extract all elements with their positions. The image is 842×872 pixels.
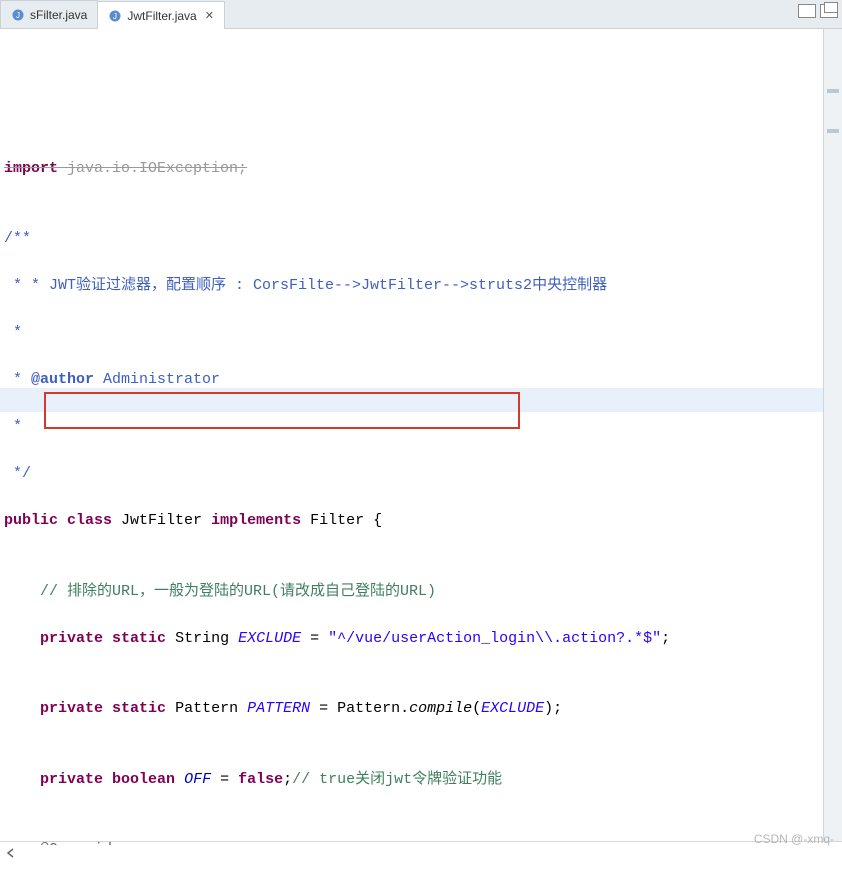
tab-label: sFilter.java xyxy=(30,8,87,22)
close-icon[interactable]: ✕ xyxy=(205,9,214,22)
minimize-icon[interactable] xyxy=(798,4,816,18)
ide-window: J sFilter.java J JwtFilter.java ✕ import… xyxy=(0,0,842,872)
java-file-icon: J xyxy=(108,9,122,23)
overview-ruler[interactable] xyxy=(823,29,842,845)
code-content: import java.io.IOException; /** * * JWT验… xyxy=(0,123,823,845)
tab-jwtfilter[interactable]: J JwtFilter.java ✕ xyxy=(97,1,225,29)
overview-mark xyxy=(827,129,839,133)
window-controls xyxy=(798,4,838,18)
watermark: CSDN @-xmq- xyxy=(754,832,834,846)
maximize-icon[interactable] xyxy=(820,4,838,18)
code-editor[interactable]: import java.io.IOException; /** * * JWT验… xyxy=(0,29,823,845)
tab-corsfilter[interactable]: J sFilter.java xyxy=(0,0,98,28)
java-file-icon: J xyxy=(11,8,25,22)
editor-tabbar: J sFilter.java J JwtFilter.java ✕ xyxy=(0,0,842,29)
svg-text:J: J xyxy=(16,11,20,20)
svg-text:J: J xyxy=(113,12,117,21)
scroll-left-icon[interactable] xyxy=(0,848,22,858)
overview-mark xyxy=(827,89,839,93)
tab-label: JwtFilter.java xyxy=(127,9,196,23)
